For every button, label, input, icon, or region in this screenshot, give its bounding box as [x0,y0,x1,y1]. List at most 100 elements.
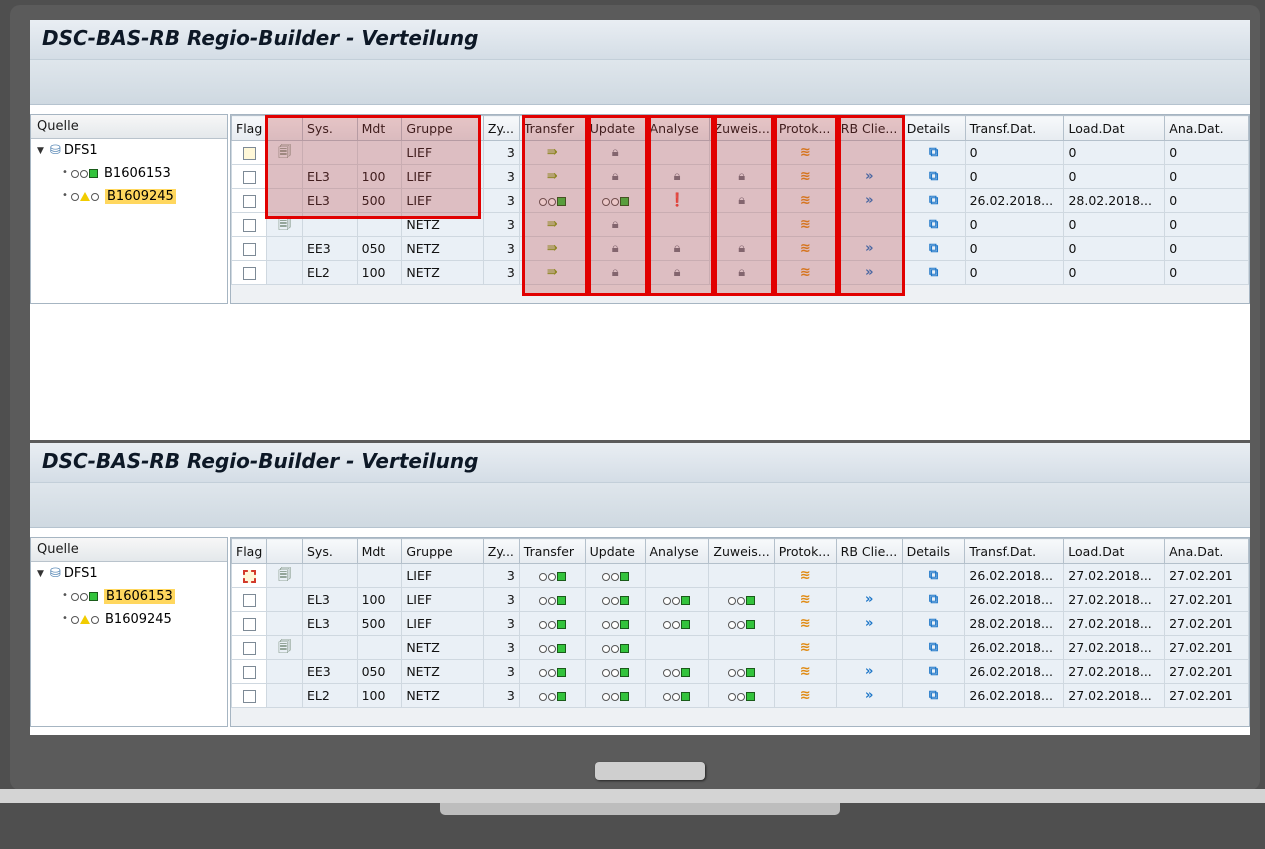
traffic-light-green-icon[interactable] [728,692,756,701]
tree-node-b1606153[interactable]: • B1606153 [31,162,227,185]
column-header[interactable]: Transfer [518,538,586,564]
row-checkbox[interactable] [242,666,256,679]
column-header[interactable]: Zuweis... [708,538,775,564]
rb-client-icon[interactable]: » [865,665,873,679]
row-checkbox[interactable] [242,690,256,703]
column-header[interactable]: Sys. [301,538,358,564]
template-icon[interactable]: 🗐 [278,569,291,583]
column-header[interactable]: Analyse [644,538,710,564]
expand-triangle-icon[interactable]: ▼ [37,569,44,579]
table-row[interactable]: 🗐 NETZ 3 ≋ ⧉ 26.02.2018... 27.02.2018... 27.02.… [231,635,1249,660]
column-header[interactable]: Flag [231,538,268,564]
table-row[interactable]: EE3 050 NETZ 3 ≋ » ⧉ 26.02.2018... 27.02.2018...… [231,659,1249,684]
details-icon[interactable]: ⧉ [929,569,938,583]
protocol-log-icon[interactable]: ≋ [800,665,811,679]
traffic-light-green-icon[interactable] [663,692,691,701]
tree-node-b1609245[interactable]: • B1609245 [31,608,227,631]
expand-triangle-icon[interactable]: ▼ [37,146,44,156]
traffic-light-green-icon[interactable] [601,692,629,701]
flag-cell[interactable] [231,260,268,285]
column-header[interactable]: Flag [231,115,268,141]
column-header[interactable]: Protok... [773,538,837,564]
row-checkbox[interactable] [242,243,256,256]
row-checkbox[interactable] [242,570,256,583]
protocol-log-icon[interactable]: ≋ [800,641,811,655]
template-icon[interactable]: 🗐 [278,218,291,232]
details-icon[interactable]: ⧉ [929,146,938,160]
protocol-log-icon[interactable]: ≋ [800,569,811,583]
traffic-light-green-icon[interactable] [601,596,629,605]
protocol-log-icon[interactable]: ≋ [800,689,811,703]
details-icon[interactable]: ⧉ [929,665,938,679]
traffic-light-green-icon[interactable] [728,620,756,629]
traffic-light-green-icon[interactable] [538,620,566,629]
details-icon[interactable]: ⧉ [929,242,938,256]
column-header[interactable]: RB Clie... [835,538,903,564]
details-icon[interactable]: ⧉ [929,617,938,631]
column-header[interactable]: Details [901,115,966,141]
row-checkbox[interactable] [242,642,256,655]
details-icon[interactable]: ⧉ [929,266,938,280]
details-icon[interactable]: ⧉ [929,689,938,703]
traffic-light-green-icon[interactable] [538,668,566,677]
table-row[interactable]: 🗐 LIEF 3 ≋ ⧉ 26.02.2018... 27.02.2018... 27.02.… [231,563,1249,588]
column-header[interactable]: Load.Dat [1063,115,1166,141]
rb-client-icon[interactable]: » [865,617,873,631]
column-header[interactable]: Ana.Dat. [1164,538,1249,564]
table-row[interactable]: EL2 100 NETZ 3 ≋ » ⧉ 26.02.2018... 27.02.2018...… [231,683,1249,708]
row-checkbox[interactable] [242,195,256,208]
traffic-light-green-icon[interactable] [663,620,691,629]
traffic-light-green-icon[interactable] [601,644,629,653]
rb-client-icon[interactable]: » [865,689,873,703]
flag-cell[interactable] [231,635,268,660]
column-header[interactable]: Gruppe [401,538,484,564]
flag-cell[interactable] [231,212,268,237]
tree-node-dfs1[interactable]: ▼ ⛁ DFS1 [31,562,227,585]
flag-cell[interactable] [231,236,268,261]
tree-node-dfs1[interactable]: ▼ ⛁ DFS1 [31,139,227,162]
column-header[interactable]: Ana.Dat. [1164,115,1249,141]
protocol-log-icon[interactable]: ≋ [800,593,811,607]
flag-cell[interactable] [231,140,268,165]
column-header[interactable]: Transf.Dat. [964,538,1065,564]
details-icon[interactable]: ⧉ [929,170,938,184]
template-icon[interactable]: 🗐 [278,641,291,655]
row-checkbox[interactable] [242,219,256,232]
column-header[interactable]: Zy... [482,538,520,564]
flag-cell[interactable] [231,164,268,189]
row-checkbox[interactable] [242,147,256,160]
traffic-light-green-icon[interactable] [728,596,756,605]
traffic-light-green-icon[interactable] [728,668,756,677]
column-header[interactable]: Mdt [356,538,403,564]
column-header[interactable]: Transf.Dat. [964,115,1065,141]
row-checkbox[interactable] [242,618,256,631]
column-header[interactable] [266,538,303,564]
traffic-light-green-icon[interactable] [601,620,629,629]
row-checkbox[interactable] [242,594,256,607]
traffic-light-green-icon[interactable] [538,596,566,605]
table-row[interactable]: EL3 500 LIEF 3 ≋ » ⧉ 28.02.2018... 27.02.2018...… [231,611,1249,636]
flag-cell[interactable] [231,587,268,612]
traffic-light-green-icon[interactable] [538,644,566,653]
row-checkbox[interactable] [242,267,256,280]
traffic-light-green-icon[interactable] [601,668,629,677]
traffic-light-green-icon[interactable] [663,596,691,605]
details-icon[interactable]: ⧉ [929,194,938,208]
flag-cell[interactable] [231,683,268,708]
traffic-light-green-icon[interactable] [538,572,566,581]
rb-client-icon[interactable]: » [865,593,873,607]
column-header[interactable]: Details [901,538,966,564]
traffic-light-green-icon[interactable] [601,572,629,581]
row-checkbox[interactable] [242,171,256,184]
protocol-log-icon[interactable]: ≋ [800,617,811,631]
table-row[interactable]: EL3 100 LIEF 3 ≋ » ⧉ 26.02.2018... 27.02.2018...… [231,587,1249,612]
flag-cell[interactable] [231,611,268,636]
traffic-light-green-icon[interactable] [538,692,566,701]
flag-cell[interactable] [231,563,268,588]
flag-cell[interactable] [231,188,268,213]
column-header[interactable]: Load.Dat [1063,538,1166,564]
tree-node-b1606153[interactable]: • B1606153 [31,585,227,608]
column-header[interactable]: Update [584,538,646,564]
details-icon[interactable]: ⧉ [929,218,938,232]
traffic-light-green-icon[interactable] [663,668,691,677]
